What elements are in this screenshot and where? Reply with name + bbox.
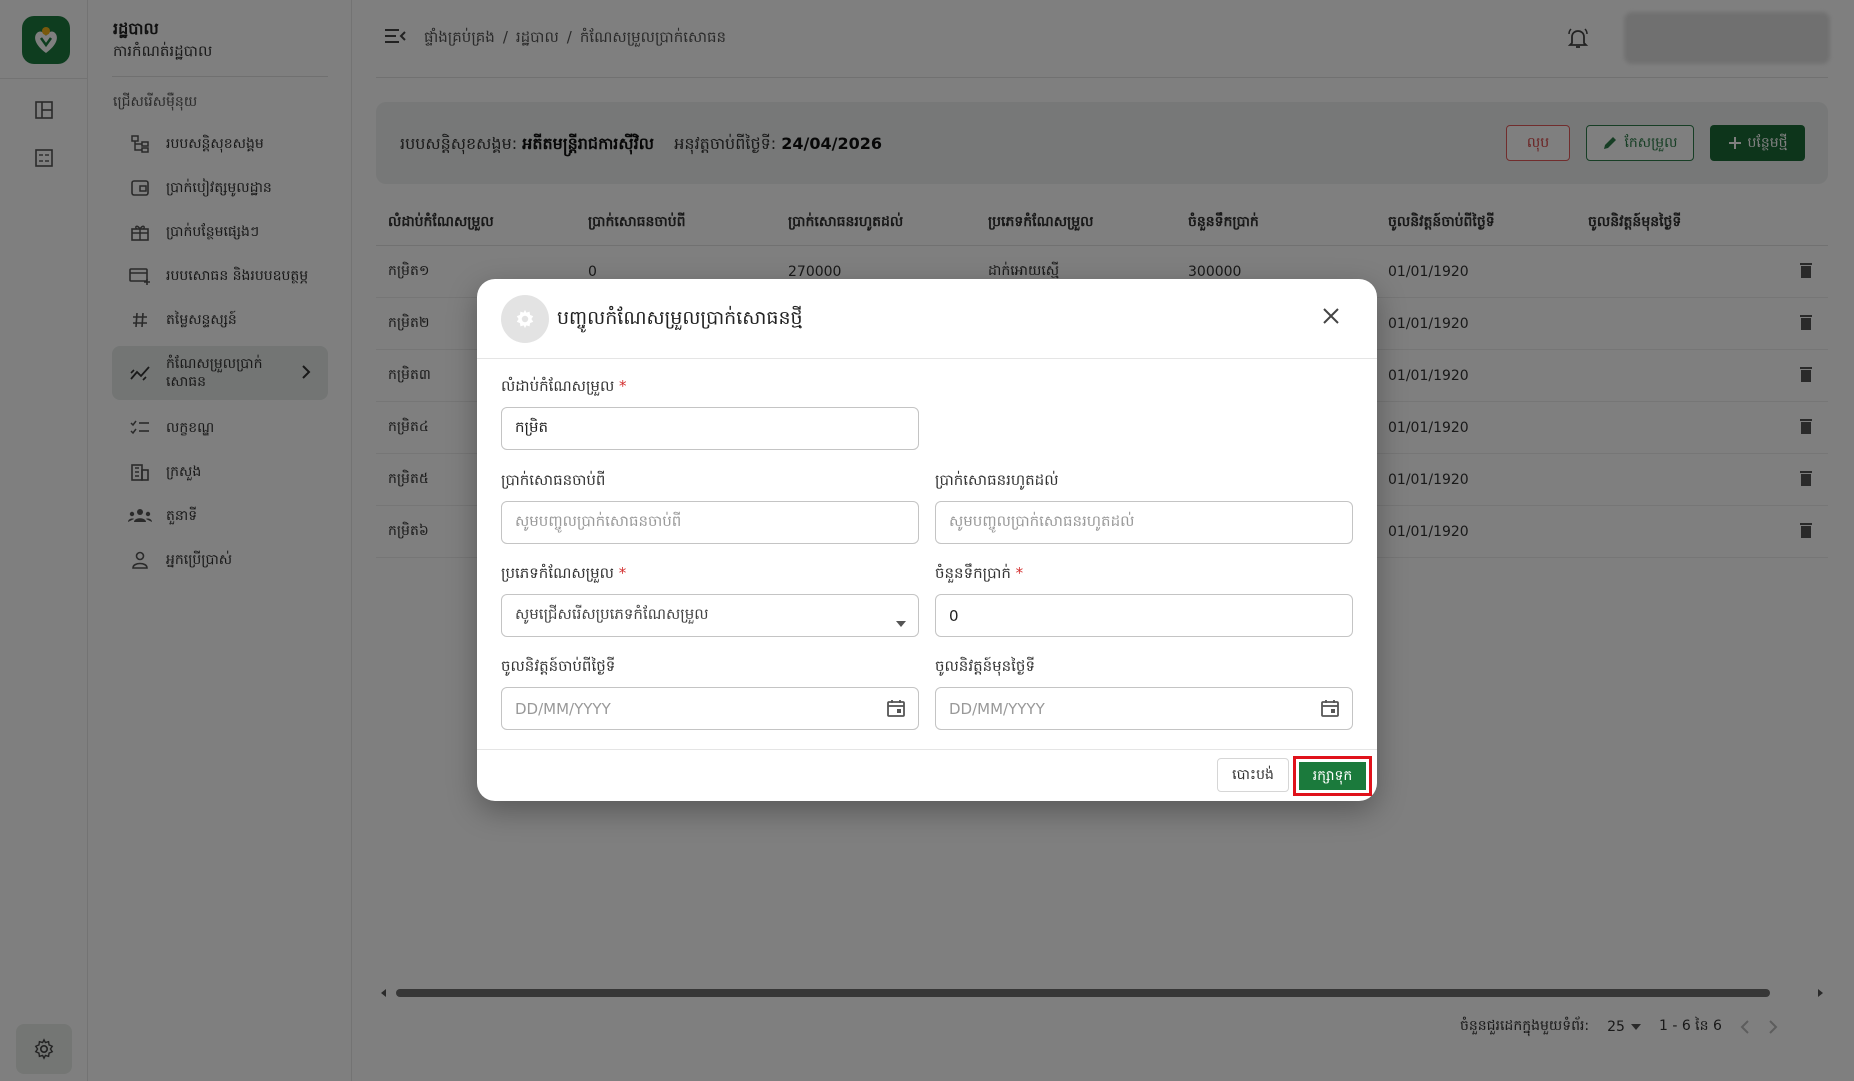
cancel-button[interactable]: បោះបង់ <box>1217 758 1289 792</box>
retire-before-label: ចូលនិវត្តន៍មុនថ្ងៃទី <box>935 657 1035 675</box>
order-input-value: កម្រិត <box>515 417 549 436</box>
retire-from-placeholder: DD/MM/YYYY <box>515 699 611 718</box>
cancel-button-label: បោះបង់ <box>1232 766 1274 783</box>
order-label: លំដាប់កំណែសម្រួល * <box>501 377 627 395</box>
adjustment-type-select[interactable]: សូមជ្រើសរើសប្រភេទកំណែសម្រួល <box>501 594 919 637</box>
retire-before-placeholder: DD/MM/YYYY <box>949 699 1045 718</box>
pension-to-placeholder: សូមបញ្ចូលប្រាក់សោធនរហូតដល់ <box>949 511 1135 530</box>
amount-input[interactable]: 0 <box>935 594 1353 637</box>
pension-from-input[interactable]: សូមបញ្ចូលប្រាក់សោធនចាប់ពី <box>501 501 919 544</box>
amount-input-value: 0 <box>949 606 959 625</box>
save-button[interactable]: រក្សាទុក <box>1299 762 1366 790</box>
pension-from-label: ប្រាក់សោធនចាប់ពី <box>501 471 606 489</box>
close-icon <box>1323 308 1339 324</box>
pension-from-placeholder: សូមបញ្ចូលប្រាក់សោធនចាប់ពី <box>515 511 682 530</box>
retire-from-label: ចូលនិវត្តន៍ចាប់ពីថ្ងៃទី <box>501 657 616 675</box>
retire-from-date-input[interactable]: DD/MM/YYYY <box>501 687 919 730</box>
dialog-footer-divider <box>477 749 1377 750</box>
add-adjustment-dialog: បញ្ចូលកំណែសម្រួលប្រាក់សោធនថ្មី លំដាប់កំណ… <box>477 279 1377 801</box>
calendar-icon[interactable] <box>886 698 906 722</box>
caret-down-icon <box>896 613 906 631</box>
adjustment-type-placeholder: សូមជ្រើសរើសប្រភេទកំណែសម្រួល <box>515 604 709 623</box>
adjustment-type-label: ប្រភេទកំណែសម្រួល * <box>501 564 627 582</box>
dialog-icon <box>501 295 549 343</box>
pension-to-input[interactable]: សូមបញ្ចូលប្រាក់សោធនរហូតដល់ <box>935 501 1353 544</box>
retire-before-date-input[interactable]: DD/MM/YYYY <box>935 687 1353 730</box>
save-button-highlight: រក្សាទុក <box>1293 756 1372 796</box>
calendar-icon[interactable] <box>1320 698 1340 722</box>
pension-to-label: ប្រាក់សោធនរហូតដល់ <box>935 471 1059 489</box>
order-input[interactable]: កម្រិត <box>501 407 919 450</box>
dialog-title: បញ្ចូលកំណែសម្រួលប្រាក់សោធនថ្មី <box>557 307 803 329</box>
close-button[interactable] <box>1322 307 1340 329</box>
gear-icon <box>516 309 534 329</box>
dialog-header: បញ្ចូលកំណែសម្រួលប្រាក់សោធនថ្មី <box>477 279 1377 359</box>
amount-label: ចំនួនទឹកប្រាក់ * <box>935 564 1024 582</box>
save-button-label: រក្សាទុក <box>1312 767 1353 784</box>
